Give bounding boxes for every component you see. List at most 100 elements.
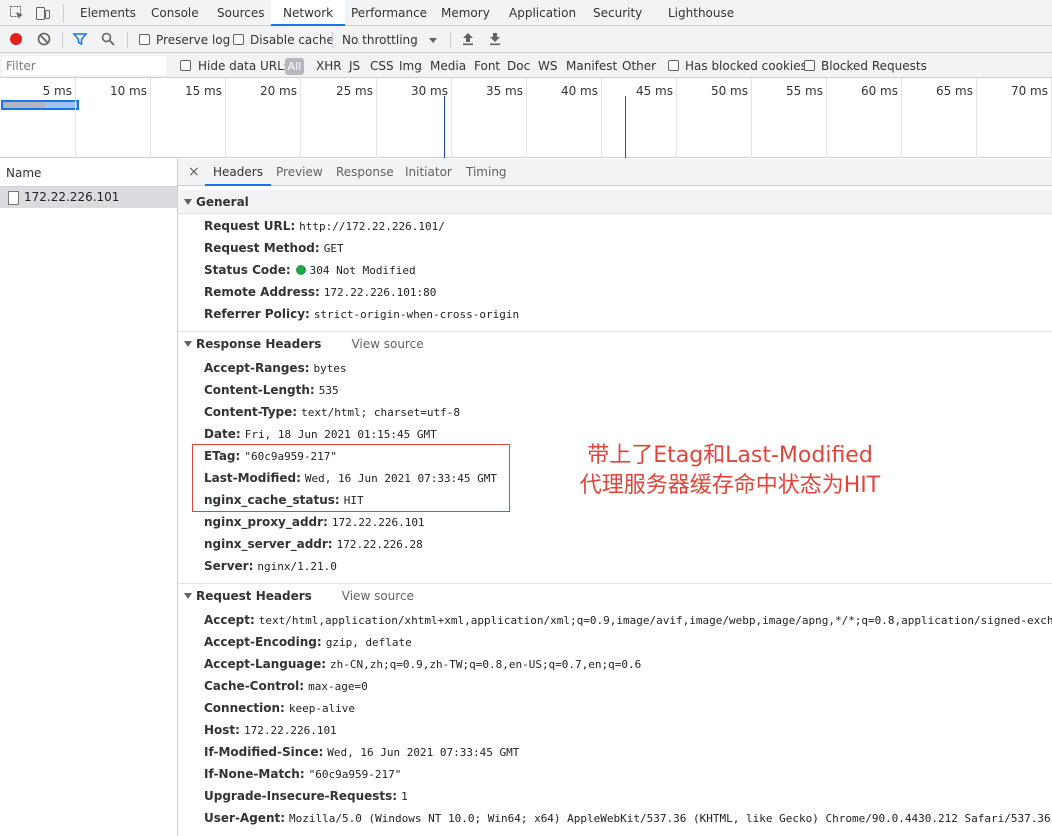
record-icon[interactable] (8, 31, 24, 47)
tab-lighthouse[interactable]: Lighthouse (668, 0, 734, 26)
header-value: Wed, 16 Jun 2021 07:33:45 GMT (327, 746, 520, 759)
toolbar-separator (127, 32, 128, 48)
header-value: max-age=0 (308, 680, 368, 693)
header-key: Referrer Policy: (204, 307, 310, 321)
timeline-gridline (676, 78, 677, 158)
view-source-link[interactable]: View source (351, 337, 423, 351)
filter-type-all[interactable]: All (285, 58, 304, 75)
timeline-tick-label: 20 ms (259, 84, 297, 98)
header-key: nginx_proxy_addr: (204, 515, 328, 529)
clear-icon[interactable] (36, 31, 52, 47)
tab-timing[interactable]: Timing (466, 159, 507, 186)
header-value: 172.22.226.101:80 (323, 286, 437, 299)
tab-application[interactable]: Application (509, 0, 576, 26)
tab-headers[interactable]: Headers (205, 159, 271, 186)
request-timing-bar (1, 100, 79, 110)
request-name: 172.22.226.101 (24, 190, 120, 204)
general-section-header[interactable]: General (178, 190, 1052, 214)
header-row: Request Method: GET (204, 237, 344, 259)
inspect-element-icon[interactable] (9, 5, 25, 21)
triangle-down-icon (184, 341, 192, 347)
filter-type-css[interactable]: CSS (370, 59, 394, 73)
blocked-requests-checkbox[interactable] (804, 60, 815, 71)
network-toolbar: Preserve log Disable cache No throttling (0, 26, 1052, 53)
header-key: Server: (204, 559, 254, 573)
header-value: 172.22.226.101 (331, 516, 425, 529)
triangle-down-icon (184, 199, 192, 205)
disable-cache-label[interactable]: Disable cache (250, 33, 334, 47)
filter-type-other[interactable]: Other (622, 59, 656, 73)
filter-input[interactable] (2, 56, 166, 75)
header-value: http://172.22.226.101/ (299, 220, 445, 233)
close-icon[interactable]: × (188, 159, 200, 186)
timeline-tick-label: 5 ms (42, 84, 72, 98)
tab-initiator[interactable]: Initiator (405, 159, 452, 186)
header-key: Connection: (204, 701, 285, 715)
preserve-log-checkbox[interactable] (139, 34, 150, 45)
filter-type-media[interactable]: Media (430, 59, 466, 73)
header-key: Upgrade-Insecure-Requests: (204, 789, 398, 803)
filter-type-doc[interactable]: Doc (507, 59, 530, 73)
header-key: Remote Address: (204, 285, 320, 299)
hide-data-urls-label[interactable]: Hide data URLs (198, 59, 290, 73)
request-list: Name 172.22.226.101 (0, 159, 178, 836)
timeline-gridline (976, 78, 977, 158)
header-key: If-Modified-Since: (204, 745, 324, 759)
toolbar-separator (332, 32, 333, 48)
timeline-gridline (225, 78, 226, 158)
filter-type-xhr[interactable]: XHR (316, 59, 342, 73)
detail-tabs: × Headers Preview Response Initiator Tim… (178, 159, 1052, 186)
tab-performance[interactable]: Performance (351, 0, 427, 26)
request-row[interactable]: 172.22.226.101 (0, 187, 177, 208)
hide-data-urls-checkbox[interactable] (180, 60, 191, 71)
annotation-text: 带上了Etag和Last-Modified 代理服务器缓存命中状态为HIT (560, 441, 900, 501)
search-icon[interactable] (100, 31, 116, 47)
header-key: Status Code: (204, 263, 291, 277)
header-row: Host: 172.22.226.101 (204, 719, 337, 741)
view-source-link[interactable]: View source (342, 589, 414, 603)
timeline-gridline (376, 78, 377, 158)
tab-security[interactable]: Security (593, 0, 642, 26)
filter-type-manifest[interactable]: Manifest (566, 59, 617, 73)
header-row: Content-Type: text/html; charset=utf-8 (204, 401, 460, 423)
timeline-tick-label: 30 ms (410, 84, 448, 98)
header-row: Upgrade-Insecure-Requests: 1 (204, 785, 408, 807)
device-toolbar-icon[interactable] (35, 5, 51, 21)
timeline-overview[interactable]: 5 ms 10 ms 15 ms 20 ms 25 ms 30 ms 35 ms 40 ms 4… (0, 78, 1052, 158)
tab-response[interactable]: Response (336, 159, 394, 186)
preserve-log-label[interactable]: Preserve log (156, 33, 230, 47)
tab-network[interactable]: Network (271, 0, 346, 26)
tab-preview[interactable]: Preview (276, 159, 323, 186)
tab-memory[interactable]: Memory (441, 0, 490, 26)
filter-icon[interactable] (72, 31, 88, 47)
header-row: nginx_proxy_addr: 172.22.226.101 (204, 511, 425, 533)
filter-type-js[interactable]: JS (349, 59, 360, 73)
request-headers-section-header[interactable]: Request Headers View source (178, 583, 1052, 607)
name-column-header[interactable]: Name (0, 159, 177, 187)
import-har-icon[interactable] (460, 31, 476, 47)
response-headers-section-header[interactable]: Response Headers View source (178, 331, 1052, 355)
blocked-requests-label[interactable]: Blocked Requests (821, 59, 927, 73)
export-har-icon[interactable] (487, 31, 503, 47)
has-blocked-cookies-label[interactable]: Has blocked cookies (685, 59, 807, 73)
tab-elements[interactable]: Elements (80, 0, 136, 26)
response-headers-title: Response Headers (196, 337, 322, 351)
header-key: User-Agent: (204, 811, 286, 825)
filter-type-ws[interactable]: WS (538, 59, 557, 73)
document-icon (8, 191, 19, 205)
disable-cache-checkbox[interactable] (233, 34, 244, 45)
chevron-down-icon[interactable] (428, 32, 444, 48)
toolbar-separator (450, 32, 451, 48)
has-blocked-cookies-checkbox[interactable] (668, 60, 679, 71)
header-row: If-None-Match: "60c9a959-217" (204, 763, 401, 785)
timeline-gridline (150, 78, 151, 158)
dom-content-loaded-marker (444, 96, 445, 158)
tab-console[interactable]: Console (151, 0, 199, 26)
timeline-gridline (601, 78, 602, 158)
header-value: 172.22.226.101 (243, 724, 337, 737)
throttling-select[interactable]: No throttling (342, 33, 418, 47)
tab-sources[interactable]: Sources (217, 0, 264, 26)
header-value: text/html,application/xhtml+xml,applicat… (258, 614, 1052, 627)
filter-type-img[interactable]: Img (399, 59, 422, 73)
filter-type-font[interactable]: Font (474, 59, 500, 73)
